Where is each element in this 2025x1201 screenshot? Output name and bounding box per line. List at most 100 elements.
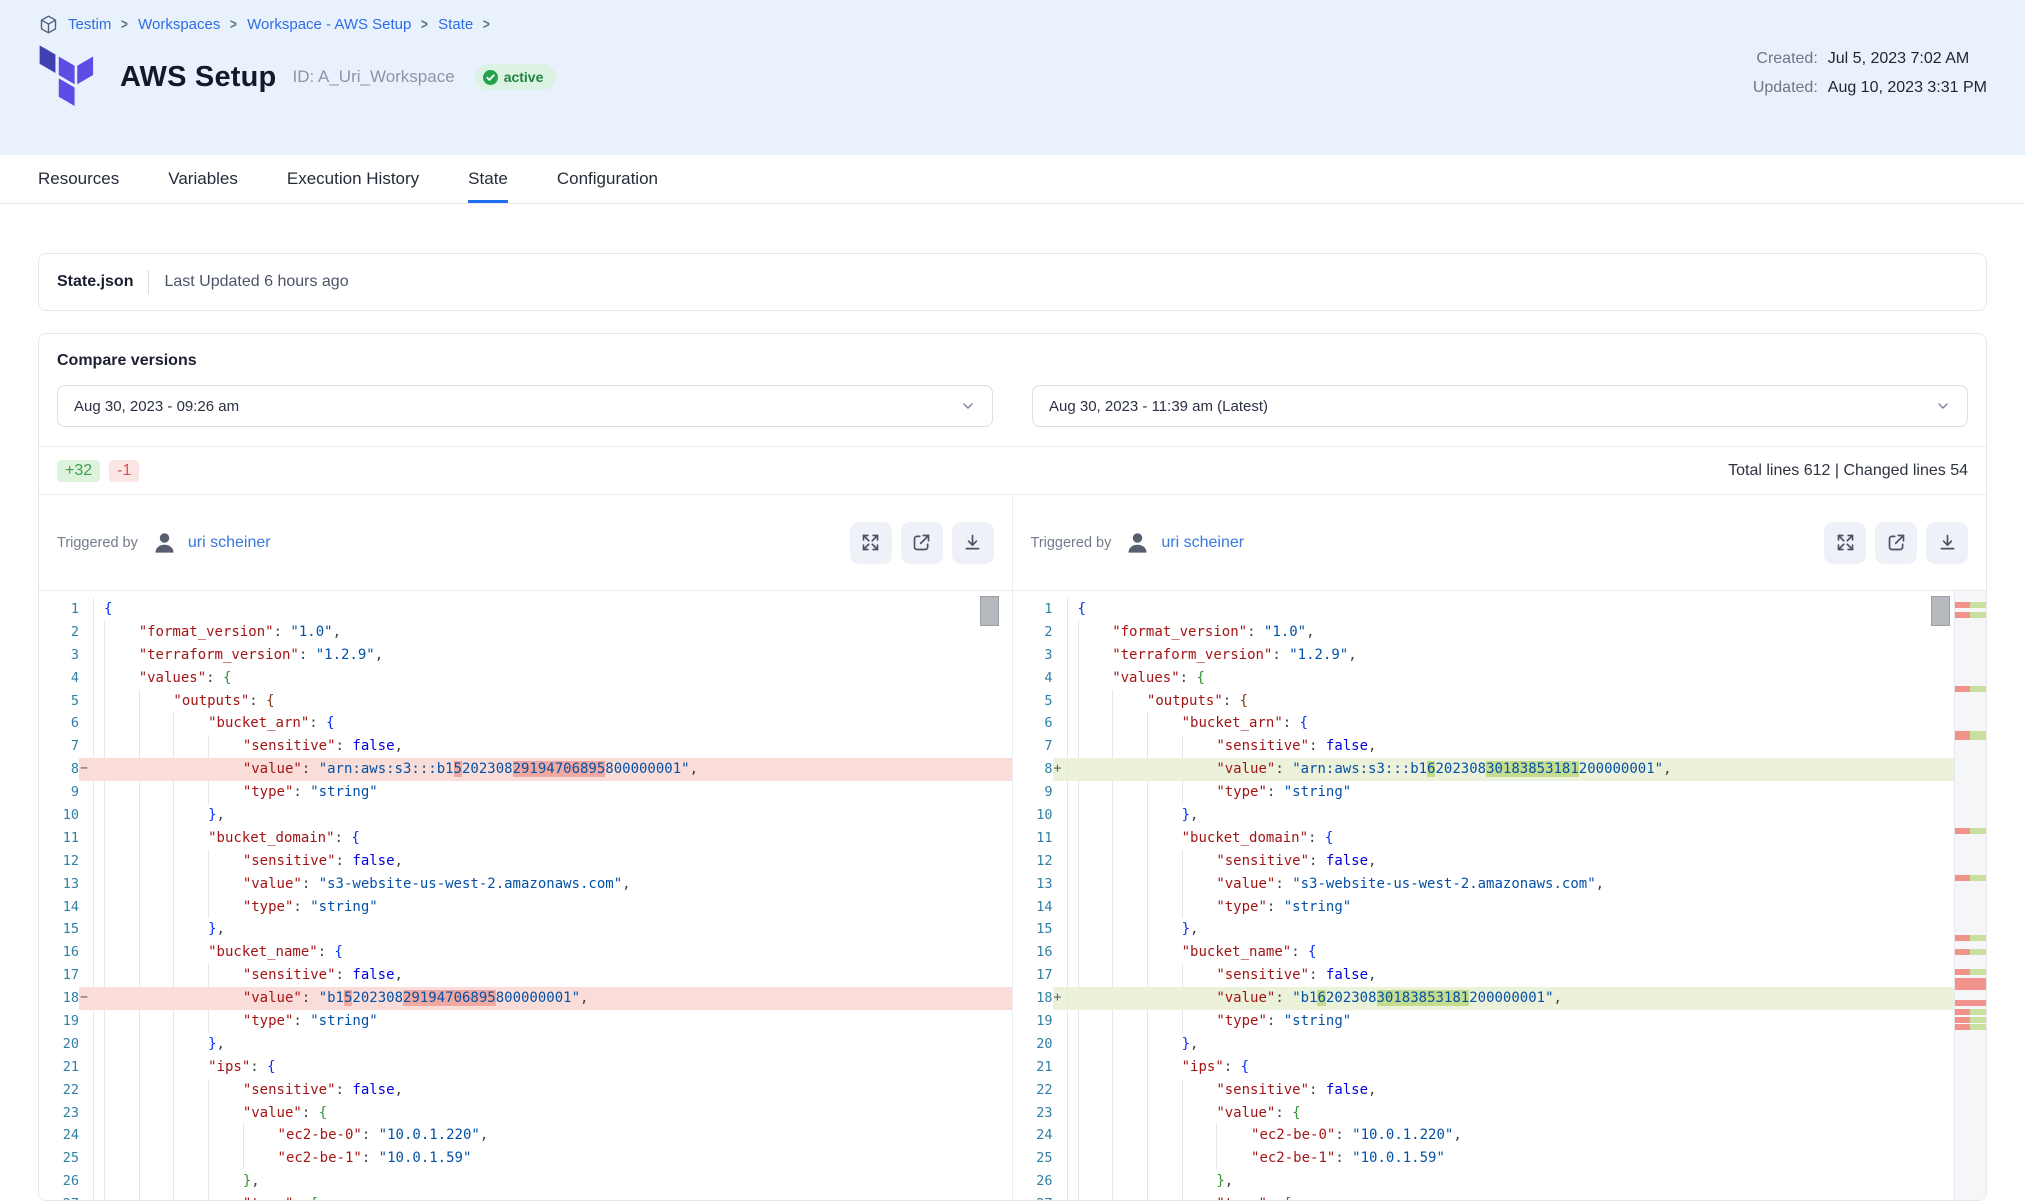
code-text: }, (93, 918, 1012, 941)
right-code-panel: 1{2"format_version": "1.0",3"terraform_v… (1012, 591, 1987, 1201)
page-header: Testim > Workspaces > Workspace - AWS Se… (0, 0, 2025, 155)
diff-ruler (1954, 591, 1986, 1201)
diff-marker (1053, 712, 1067, 735)
code-line: 19"type": "string" (39, 1010, 1012, 1033)
code-text: }, (93, 1170, 1012, 1193)
diff-marker (1053, 1170, 1067, 1193)
code-line: 9"type": "string" (39, 781, 1012, 804)
diff-marker (79, 941, 93, 964)
expand-button[interactable] (850, 522, 892, 564)
code-text: "value": { (93, 1102, 1012, 1125)
expand-button[interactable] (1824, 522, 1866, 564)
code-text: "ec2-be-0": "10.0.1.220", (1067, 1124, 1987, 1147)
line-number: 18 (1013, 987, 1053, 1010)
line-number: 13 (39, 873, 79, 896)
code-text: "outputs": { (93, 690, 1012, 713)
line-number: 26 (1013, 1170, 1053, 1193)
divider (148, 270, 149, 294)
tab-resources[interactable]: Resources (38, 155, 119, 203)
tab-variables[interactable]: Variables (168, 155, 238, 203)
scrollbar-thumb[interactable] (1931, 596, 1950, 626)
scrollbar-thumb[interactable] (980, 596, 999, 626)
diff-marker (79, 1056, 93, 1079)
diff-ruler-mark (1955, 875, 1986, 881)
updated-label: Updated: (1753, 79, 1818, 97)
line-number: 3 (39, 644, 79, 667)
tab-execution-history[interactable]: Execution History (287, 155, 419, 203)
code-text: "sensitive": false, (93, 1079, 1012, 1102)
diff-ruler-mark (1955, 686, 1986, 692)
check-circle-icon (483, 70, 498, 85)
breadcrumb-link-workspaces[interactable]: Workspaces (138, 16, 220, 33)
diff-marker (79, 918, 93, 941)
diff-marker: − (79, 758, 93, 781)
code-text: "bucket_domain": { (93, 827, 1012, 850)
line-number: 4 (39, 667, 79, 690)
code-text: "terraform_version": "1.2.9", (1067, 644, 1987, 667)
line-number: 11 (39, 827, 79, 850)
code-text: "ips": { (93, 1056, 1012, 1079)
download-icon (1937, 532, 1958, 553)
code-line: 17"sensitive": false, (39, 964, 1012, 987)
code-text: "sensitive": false, (93, 964, 1012, 987)
download-button[interactable] (952, 522, 994, 564)
line-number: 1 (39, 598, 79, 621)
diff-marker (79, 1033, 93, 1056)
status-badge: active (475, 64, 557, 90)
diff-marker (79, 598, 93, 621)
version-select-left[interactable]: Aug 30, 2023 - 09:26 am (57, 385, 993, 427)
code-text: "bucket_domain": { (1067, 827, 1987, 850)
diff-ruler-mark (1955, 1024, 1986, 1030)
version-select-right-value: Aug 30, 2023 - 11:39 am (Latest) (1049, 398, 1268, 415)
code-line: 3"terraform_version": "1.2.9", (39, 644, 1012, 667)
code-line: 7"sensitive": false, (39, 735, 1012, 758)
line-number: 6 (1013, 712, 1053, 735)
breadcrumb-link-testim[interactable]: Testim (68, 16, 111, 33)
diff-marker (1053, 1010, 1067, 1033)
diff-ruler-mark (1955, 1009, 1986, 1015)
download-button[interactable] (1926, 522, 1968, 564)
code-text: "value": "b1520230829194706895800000001"… (93, 987, 1012, 1010)
tab-state[interactable]: State (468, 155, 508, 203)
line-number: 15 (1013, 918, 1053, 941)
code-line: 18+"value": "b16202308301838531812000000… (1013, 987, 1987, 1010)
code-line: 4"values": { (1013, 667, 1987, 690)
diff-ruler-mark (1955, 828, 1986, 834)
breadcrumb-link-workspace[interactable]: Workspace - AWS Setup (247, 16, 411, 33)
code-line: 22"sensitive": false, (39, 1079, 1012, 1102)
line-number: 1 (1013, 598, 1053, 621)
code-line: 11"bucket_domain": { (1013, 827, 1987, 850)
left-panel-header: Triggered by uri scheiner (39, 495, 1012, 590)
triggered-by-user-link[interactable]: uri scheiner (188, 534, 271, 552)
created-label: Created: (1753, 50, 1818, 68)
diff-marker (1053, 941, 1067, 964)
code-line: 8−"value": "arn:aws:s3:::b15202308291947… (39, 758, 1012, 781)
diff-marker (1053, 804, 1067, 827)
breadcrumb-link-state[interactable]: State (438, 16, 473, 33)
code-line: 1{ (39, 598, 1012, 621)
line-number: 21 (39, 1056, 79, 1079)
code-text: }, (93, 1033, 1012, 1056)
version-select-right[interactable]: Aug 30, 2023 - 11:39 am (Latest) (1032, 385, 1968, 427)
diff-stats-row: +32 -1 Total lines 612 | Changed lines 5… (39, 447, 1986, 494)
line-number: 16 (1013, 941, 1053, 964)
code-text: "bucket_name": { (93, 941, 1012, 964)
diff-ruler-mark (1955, 969, 1986, 975)
diff-marker (79, 1102, 93, 1125)
line-number: 13 (1013, 873, 1053, 896)
code-text: }, (1067, 804, 1987, 827)
line-number: 16 (39, 941, 79, 964)
diff-marker (79, 712, 93, 735)
chevron-down-icon (1935, 398, 1951, 414)
line-number: 6 (39, 712, 79, 735)
breadcrumb-separator: > (230, 16, 237, 33)
tab-configuration[interactable]: Configuration (557, 155, 658, 203)
code-text: }, (93, 804, 1012, 827)
diff-ruler-mark (1955, 949, 1986, 955)
open-external-button[interactable] (1875, 522, 1917, 564)
triggered-by-user-link[interactable]: uri scheiner (1161, 534, 1244, 552)
updated-value: Aug 10, 2023 3:31 PM (1828, 79, 1987, 97)
diff-marker (79, 690, 93, 713)
diff-ruler-mark (1955, 612, 1986, 618)
open-external-button[interactable] (901, 522, 943, 564)
